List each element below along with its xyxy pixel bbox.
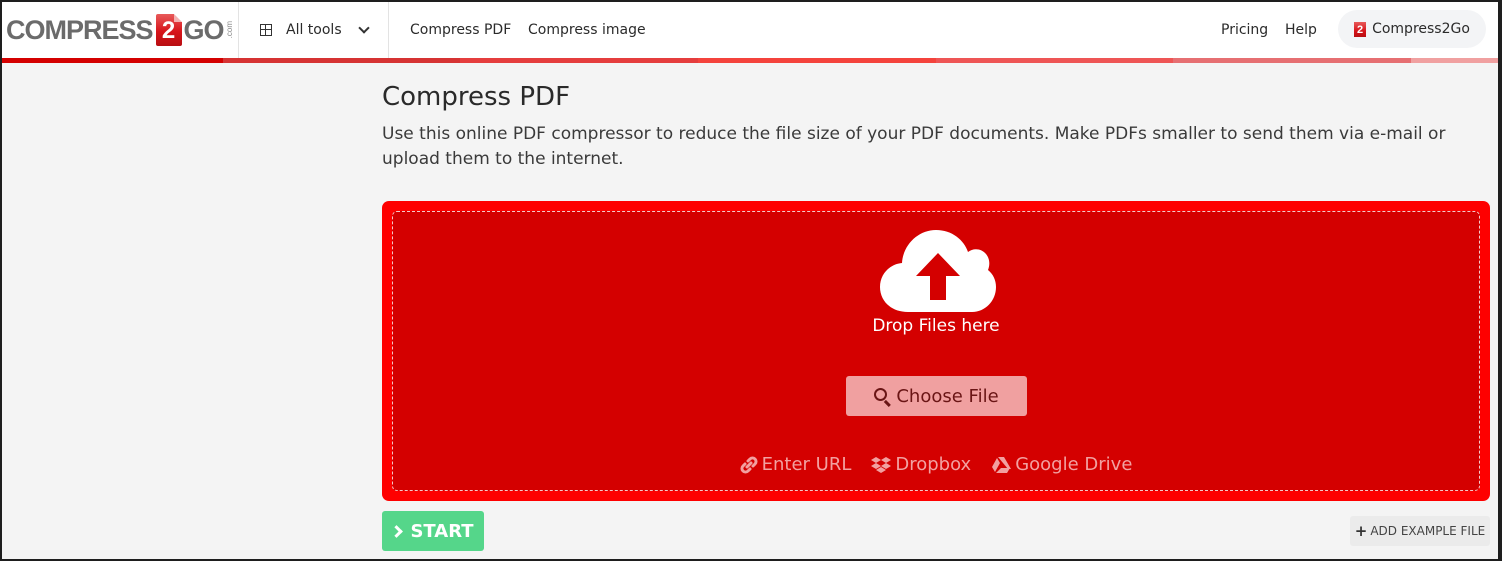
plus-icon: + [1354,522,1368,540]
nav-link-compress-image[interactable]: Compress image [528,2,646,58]
nav-link-pricing[interactable]: Pricing [1221,2,1268,58]
choose-file-label: Choose File [896,385,999,407]
header-divider [238,2,239,58]
choose-file-button[interactable]: Choose File [846,376,1027,416]
enter-url-label: Enter URL [761,454,852,475]
account-button-label: Compress2Go [1372,21,1470,37]
page-title: Compress PDF [382,82,571,112]
stripe-segment [460,58,698,63]
add-example-file-button[interactable]: + ADD EXAMPLE FILE [1350,516,1490,546]
chevron-down-icon [357,21,370,34]
header: COMPRESS 2 GO .com All tools Compress PD… [2,2,1498,58]
enter-url-link[interactable]: Enter URL [740,454,852,475]
dropbox-icon [871,456,892,473]
stripe-segment [223,58,460,63]
page-frame: COMPRESS 2 GO .com All tools Compress PD… [2,2,1498,559]
search-icon [874,388,888,401]
google-drive-link[interactable]: Google Drive [991,454,1132,475]
google-drive-label: Google Drive [1015,454,1133,475]
all-tools-menu[interactable]: All tools [260,2,370,58]
compress2go-logo-icon: 2 [1354,21,1367,37]
nav-link-help[interactable]: Help [1285,2,1317,58]
dropbox-label: Dropbox [895,454,972,475]
drop-files-text: Drop Files here [872,316,1000,336]
cloud-upload-icon [880,230,996,312]
stripe-segment [2,58,223,63]
grid-icon [260,24,272,36]
stripe-segment [936,58,1173,63]
page-description: Use this online PDF compressor to reduce… [382,124,1446,169]
logo-text-left: COMPRESS [6,14,154,45]
chevron-right-icon [390,524,404,538]
start-button[interactable]: START [382,511,484,551]
dropbox-link[interactable]: Dropbox [871,454,971,475]
logo-text-right: GO [183,14,225,45]
account-button[interactable]: 2 Compress2Go [1338,10,1486,48]
add-example-file-label: ADD EXAMPLE FILE [1370,524,1486,538]
header-color-stripe [2,58,1498,63]
logo-badge: 2 [155,14,182,46]
logo[interactable]: COMPRESS 2 GO .com [6,12,234,48]
stripe-segment [1411,58,1498,63]
stripe-segment [1173,58,1411,63]
google-drive-icon [992,456,1012,473]
stripe-segment [698,58,936,63]
all-tools-label: All tools [286,22,342,38]
link-icon [740,455,758,474]
start-label: START [410,520,474,542]
upload-dropzone-inner[interactable]: Drop Files here Choose File Enter URL Dr… [392,211,1480,491]
header-divider [388,2,389,58]
logo-suffix: .com [224,21,234,39]
upload-sources: Enter URL Dropbox Google Drive [393,454,1479,475]
upload-dropzone[interactable]: Drop Files here Choose File Enter URL Dr… [382,201,1490,501]
nav-link-compress-pdf[interactable]: Compress PDF [410,2,511,58]
